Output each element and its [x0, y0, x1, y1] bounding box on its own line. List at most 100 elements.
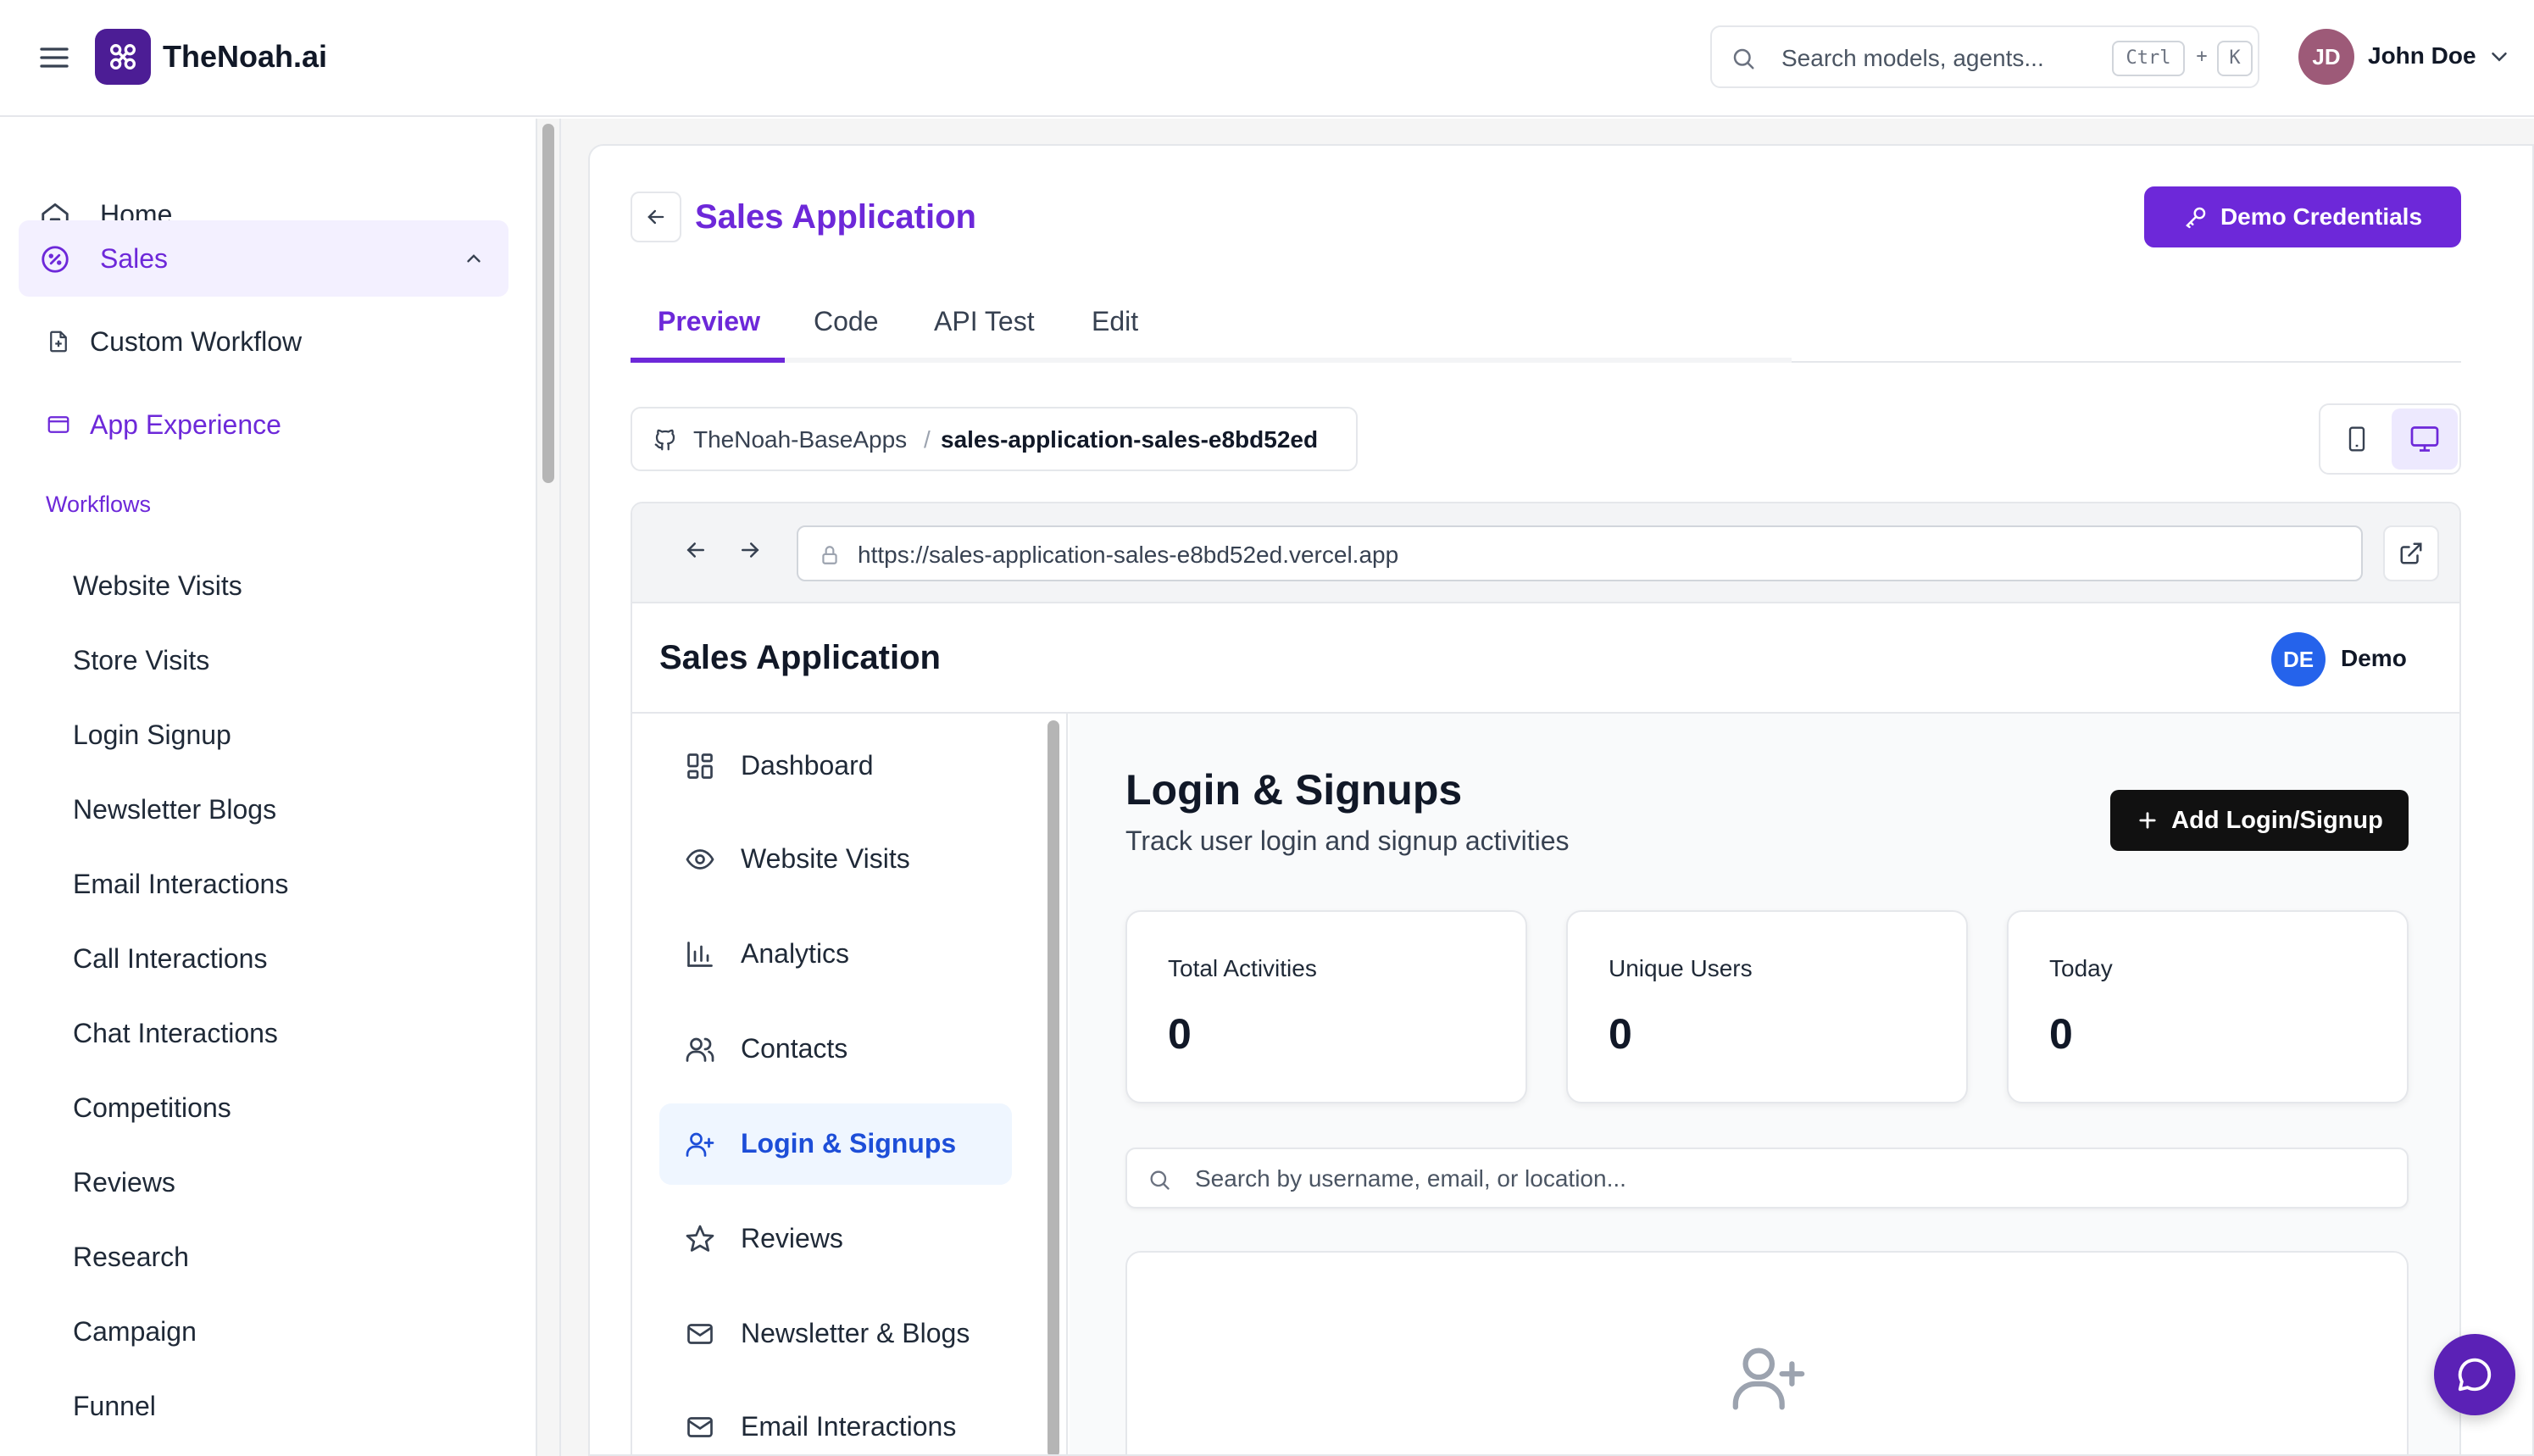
preview-nav-analytics[interactable]: Analytics	[659, 914, 1012, 995]
global-search[interactable]: Search models, agents... Ctrl + K	[1710, 25, 2259, 88]
shortcut-ctrl: Ctrl	[2112, 41, 2185, 76]
sidebar-scrollbar[interactable]	[542, 124, 554, 483]
users-icon	[685, 1034, 715, 1064]
tab-code[interactable]: Code	[814, 303, 879, 339]
preview-nav-label: Email Interactions	[741, 1411, 957, 1442]
sidebar-workflow-chat-interactions[interactable]: Chat Interactions	[73, 1017, 278, 1049]
open-external-button[interactable]	[2383, 525, 2439, 581]
external-link-icon	[2400, 542, 2422, 564]
preview-nav-contacts[interactable]: Contacts	[659, 1009, 1012, 1090]
stat-card-total-activities: Total Activities 0	[1125, 910, 1527, 1103]
sidebar: Home Sales Custom Workflow App Experienc…	[0, 119, 537, 1456]
smartphone-icon	[2348, 426, 2365, 452]
sidebar-workflow-funnel[interactable]: Funnel	[73, 1390, 156, 1422]
chat-button[interactable]	[2434, 1334, 2515, 1415]
shortcut-plus: +	[2196, 46, 2208, 67]
browser-window-icon	[46, 412, 71, 437]
mail-icon	[685, 1412, 715, 1442]
preview-nav-newsletter-blogs[interactable]: Newsletter & Blogs	[659, 1293, 1012, 1375]
tab-preview[interactable]: Preview	[658, 303, 760, 339]
user-name[interactable]: John Doe	[2368, 41, 2476, 71]
preview-user-avatar[interactable]: DE	[2271, 632, 2326, 686]
tab-bar: Preview Code API Test Edit	[631, 297, 2461, 363]
active-tab-indicator	[631, 358, 785, 363]
preview-nav-label: Analytics	[741, 938, 850, 969]
preview-nav-website-visits[interactable]: Website Visits	[659, 819, 1012, 900]
arrow-right-icon[interactable]	[737, 537, 763, 563]
user-plus-icon	[685, 1129, 715, 1159]
preview-nav-email-interactions[interactable]: Email Interactions	[659, 1387, 1012, 1454]
star-icon	[685, 1224, 715, 1254]
empty-state-card: No login/signup activities	[1125, 1251, 2410, 1454]
arrow-left-icon[interactable]	[683, 537, 709, 563]
sidebar-workflow-email-interactions[interactable]: Email Interactions	[73, 868, 288, 900]
sidebar-workflow-research[interactable]: Research	[73, 1241, 189, 1273]
stat-value: 0	[1168, 1010, 1192, 1058]
sidebar-item-app-experience[interactable]: App Experience	[0, 395, 537, 454]
preview-user-name[interactable]: Demo	[2341, 644, 2407, 673]
preview-main: Login & Signups Track user login and sig…	[1070, 714, 2459, 1454]
preview-app-header: Sales Application DE Demo	[632, 603, 2459, 714]
preview-nav-label: Contacts	[741, 1033, 848, 1064]
sidebar-workflow-call-interactions[interactable]: Call Interactions	[73, 942, 267, 975]
shortcut-k: K	[2217, 41, 2253, 76]
eye-icon	[685, 844, 715, 875]
sidebar-workflow-login-signup[interactable]: Login Signup	[73, 719, 231, 751]
badge-percent-icon	[39, 243, 71, 275]
sidebar-item-custom-workflow[interactable]: Custom Workflow	[0, 312, 537, 371]
key-icon	[2183, 204, 2209, 230]
preview-sidebar: Dashboard Website Visits Analytics Conta…	[632, 714, 1068, 1454]
tab-api-test[interactable]: API Test	[934, 303, 1035, 339]
user-avatar[interactable]: JD	[2298, 29, 2354, 85]
preview-nav-label: Dashboard	[741, 750, 874, 781]
section-title: Login & Signups	[1125, 766, 1463, 814]
desktop-view-button[interactable]	[2392, 408, 2458, 470]
preview-nav-label: Website Visits	[741, 843, 910, 874]
sidebar-workflow-store-visits[interactable]: Store Visits	[73, 644, 209, 676]
plus-icon	[2136, 809, 2159, 832]
sidebar-workflow-reviews[interactable]: Reviews	[73, 1166, 175, 1198]
page-title: Sales Application	[695, 198, 976, 236]
sidebar-item-label: App Experience	[90, 409, 281, 440]
preview-nav-reviews[interactable]: Reviews	[659, 1198, 1012, 1280]
preview-nav-login-signups[interactable]: Login & Signups	[659, 1103, 1012, 1185]
menu-icon[interactable]	[37, 41, 71, 75]
sidebar-workflow-campaign[interactable]: Campaign	[73, 1315, 197, 1348]
demo-credentials-label: Demo Credentials	[2220, 203, 2423, 230]
app-logo[interactable]	[95, 29, 151, 85]
tab-edit[interactable]: Edit	[1092, 303, 1138, 339]
chevron-up-icon[interactable]	[463, 247, 485, 270]
add-login-signup-button[interactable]: Add Login/Signup	[2110, 790, 2409, 851]
preview-sidebar-scrollbar[interactable]	[1047, 720, 1059, 1454]
repo-owner: TheNoah-BaseApps	[693, 426, 908, 453]
repo-breadcrumb[interactable]: TheNoah-BaseApps / sales-application-sal…	[631, 407, 1358, 471]
github-icon	[653, 427, 678, 453]
app-name: TheNoah.ai	[163, 39, 328, 74]
mobile-view-button[interactable]	[2324, 408, 2390, 470]
url-bar[interactable]: https://sales-application-sales-e8bd52ed…	[797, 525, 2363, 581]
stat-label: Today	[2049, 955, 2113, 981]
preview-nav-dashboard[interactable]: Dashboard	[659, 725, 1012, 807]
arrow-left-icon	[647, 209, 664, 225]
device-toggle	[2319, 403, 2461, 475]
workflows-heading: Workflows	[46, 492, 152, 517]
demo-credentials-button[interactable]: Demo Credentials	[2144, 186, 2461, 247]
back-button[interactable]	[631, 192, 681, 242]
activity-search-input[interactable]: Search by username, email, or location..…	[1125, 1148, 2409, 1209]
sidebar-item-label: Sales	[100, 243, 169, 274]
stat-label: Unique Users	[1609, 955, 1753, 981]
sidebar-workflow-competitions[interactable]: Competitions	[73, 1092, 231, 1124]
monitor-icon	[2410, 426, 2439, 452]
section-subtitle: Track user login and signup activities	[1125, 825, 1570, 856]
activity-search-placeholder: Search by username, email, or location..…	[1195, 1165, 1626, 1192]
breadcrumb-separator: /	[924, 426, 931, 453]
sidebar-workflow-newsletter-blogs[interactable]: Newsletter Blogs	[73, 793, 276, 825]
stat-label: Total Activities	[1168, 955, 1317, 981]
file-icon	[46, 329, 71, 354]
empty-state-text: No login/signup activities	[1127, 1449, 2410, 1454]
sidebar-workflow-website-visits[interactable]: Website Visits	[73, 570, 242, 602]
lock-icon	[819, 544, 841, 566]
chevron-down-icon[interactable]	[2487, 44, 2512, 69]
layout-grid-icon	[685, 751, 715, 781]
sidebar-item-sales[interactable]: Sales	[19, 220, 508, 297]
